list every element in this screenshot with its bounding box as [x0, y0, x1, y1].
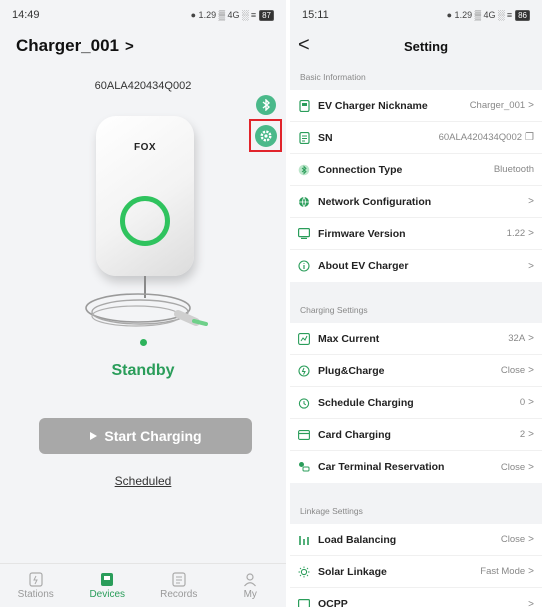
- device-screen: 14:49 ● 1.29 ▒ 4G ░ ≡ 87 Charger_001 > 6…: [0, 0, 286, 607]
- records-icon: [171, 571, 187, 587]
- current-icon: [298, 332, 310, 345]
- chevron-right-icon: >: [528, 228, 534, 239]
- setting-row-card-charging[interactable]: Card Charging 2 >: [290, 419, 542, 451]
- settings-header: < Setting: [290, 30, 542, 62]
- ocpp-icon: [298, 598, 310, 607]
- setting-row-ocpp[interactable]: OCPP >: [290, 588, 542, 607]
- charger-cable: [85, 276, 208, 327]
- tab-my[interactable]: My: [220, 571, 280, 600]
- clock-icon: [298, 397, 310, 409]
- section-label-basic: Basic Information: [300, 72, 366, 82]
- gear-icon: [259, 129, 272, 142]
- device-title: Charger_001: [16, 36, 120, 55]
- setting-row-max-current[interactable]: Max Current 32A >: [290, 323, 542, 355]
- bluetooth-icon: [298, 164, 310, 176]
- battery-icon: 86: [515, 9, 530, 21]
- card-icon: [298, 429, 310, 441]
- plug-icon: [298, 364, 310, 377]
- copy-icon[interactable]: ❐: [525, 132, 534, 143]
- device-serial: 60ALA420434Q002: [94, 80, 192, 92]
- chevron-right-icon: >: [528, 429, 534, 440]
- section-label-charging: Charging Settings: [300, 305, 368, 315]
- settings-button[interactable]: [254, 124, 277, 147]
- status-icons: ● 1.29 ▒ 4G ░ ≡ 87: [191, 9, 274, 21]
- bluetooth-icon: [262, 99, 271, 111]
- chevron-right-icon: >: [528, 196, 534, 207]
- setting-row-plug-charge[interactable]: Plug&Charge Close >: [290, 355, 542, 387]
- chevron-right-icon: >: [528, 598, 534, 607]
- device-icon: [99, 571, 115, 587]
- globe-icon: [298, 196, 310, 208]
- device-title-button[interactable]: Charger_001 >: [16, 36, 134, 56]
- settings-highlight: [249, 119, 282, 152]
- charger-icon: [298, 99, 310, 112]
- setting-row-network[interactable]: Network Configuration >: [290, 186, 542, 218]
- station-icon: [28, 571, 44, 587]
- settings-screen: 15:11 ● 1.29 ▒ 4G ░ ≡ 86 < Setting Basic…: [290, 0, 542, 607]
- start-charging-button[interactable]: Start Charging: [39, 418, 252, 454]
- status-bar: 14:49 ● 1.29 ▒ 4G ░ ≡ 87: [0, 0, 286, 30]
- status-time: 14:49: [12, 9, 40, 21]
- section-label-linkage: Linkage Settings: [300, 506, 363, 516]
- setting-row-sn[interactable]: SN 60ALA420434Q002 ❐: [290, 122, 542, 154]
- bottom-tab-bar: Stations Devices Records My: [0, 563, 286, 607]
- chevron-right-icon: >: [528, 365, 534, 376]
- scheduled-link[interactable]: Scheduled: [0, 474, 286, 488]
- chevron-right-icon: >: [528, 260, 534, 272]
- info-icon: [298, 260, 310, 272]
- status-indicator: [140, 339, 147, 346]
- page-title: Setting: [403, 38, 449, 54]
- tab-records[interactable]: Records: [149, 571, 209, 600]
- chevron-right-icon: >: [528, 397, 534, 408]
- setting-row-connection: Connection Type Bluetooth: [290, 154, 542, 186]
- chevron-right-icon: >: [528, 566, 534, 577]
- firmware-icon: [298, 228, 310, 240]
- battery-icon: 87: [259, 9, 274, 21]
- play-icon: [90, 432, 98, 440]
- car-icon: [298, 461, 310, 473]
- start-charging-label: Start Charging: [104, 428, 202, 444]
- sn-icon: [298, 131, 310, 144]
- setting-row-schedule[interactable]: Schedule Charging 0 >: [290, 387, 542, 419]
- charging-settings-card: Max Current 32A > Plug&Charge Close > Sc…: [290, 323, 542, 483]
- tab-stations[interactable]: Stations: [6, 571, 66, 600]
- setting-row-about[interactable]: About EV Charger >: [290, 250, 542, 282]
- linkage-settings-card: Load Balancing Close > Solar Linkage Fas…: [290, 524, 542, 607]
- sun-icon: [298, 566, 310, 578]
- user-icon: [242, 571, 258, 587]
- chevron-right-icon: >: [528, 333, 534, 344]
- charger-state: Standby: [111, 362, 175, 379]
- chevron-right-icon: >: [528, 461, 534, 473]
- back-button[interactable]: <: [298, 34, 310, 57]
- balance-icon: [298, 534, 310, 546]
- tab-devices[interactable]: Devices: [77, 571, 137, 600]
- charger-illustration: FOX: [70, 108, 220, 348]
- status-icons: ● 1.29 ▒ 4G ░ ≡ 86: [447, 9, 530, 21]
- setting-row-firmware[interactable]: Firmware Version 1.22 >: [290, 218, 542, 250]
- chevron-right-icon: >: [528, 534, 534, 545]
- setting-row-nickname[interactable]: EV Charger Nickname Charger_001 >: [290, 90, 542, 122]
- status-time: 15:11: [302, 9, 329, 21]
- chevron-right-icon: >: [125, 37, 134, 55]
- setting-row-solar[interactable]: Solar Linkage Fast Mode >: [290, 556, 542, 588]
- basic-info-card: EV Charger Nickname Charger_001 > SN 60A…: [290, 90, 542, 282]
- chevron-right-icon: >: [528, 100, 534, 111]
- setting-row-load-balancing[interactable]: Load Balancing Close >: [290, 524, 542, 556]
- setting-row-car-reservation[interactable]: Car Terminal Reservation Close >: [290, 451, 542, 483]
- status-bar: 15:11 ● 1.29 ▒ 4G ░ ≡ 86: [290, 0, 542, 30]
- bluetooth-button[interactable]: [256, 95, 276, 115]
